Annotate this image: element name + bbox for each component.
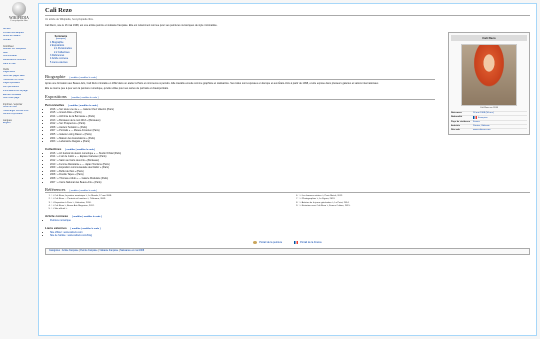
edit-section-link[interactable]: [ modifier | modifier le code ] xyxy=(65,149,95,151)
edit-section-link[interactable]: [ modifier | modifier le code ] xyxy=(71,228,101,230)
reference-item: ↑ « Entretien avec Cali Rezo », France C… xyxy=(299,205,531,208)
subsection-title: Collectives xyxy=(45,146,62,151)
category-link[interactable]: Naissance en mai 1968 xyxy=(120,250,144,252)
category-link[interactable]: Vidéaste française xyxy=(99,250,118,252)
infobox-row: Pays de résidence France xyxy=(451,120,527,124)
infobox-key: Nationalité xyxy=(451,116,463,119)
infobox-row: Site web www.calirezo.com xyxy=(451,128,527,132)
reference-item: ↑ « Site officiel ». xyxy=(51,208,283,211)
subsection-heading-collectives: Collectives [ modifier | modifier le cod… xyxy=(45,147,435,151)
personal-exhibitions-list: 2016 : « Sur toute une vie » — Galerie C… xyxy=(50,108,435,144)
category-link[interactable]: Peintre française xyxy=(80,250,97,252)
sidebar-item[interactable]: Version imprimable xyxy=(3,113,37,117)
infobox-value: www.calirezo.com xyxy=(473,129,527,132)
category-link[interactable]: Artiste française xyxy=(62,250,78,252)
related-article-item: Peinture numérique xyxy=(50,219,530,223)
group-exhibitions-list: 2016 : « Art festival du dessin numériqu… xyxy=(50,152,435,184)
infobox-value-link[interactable]: France xyxy=(473,121,480,123)
infobox-value-link[interactable]: 16 mai 1968 (56 ans) xyxy=(473,112,494,114)
bio-paragraph-2: Elle se tourne peu à peu vers la peintur… xyxy=(45,87,169,91)
section-heading-expositions: Expositions [ modifier | modifier le cod… xyxy=(45,94,435,100)
section-heading-article-connexe: Article connexe [ modifier | modifier le… xyxy=(45,214,530,218)
infobox-rows: Naissance 16 mai 1968 (56 ans) Nationalité… xyxy=(451,111,527,132)
related-articles-list: Peinture numérique xyxy=(50,219,530,223)
sidebar-item[interactable]: English xyxy=(3,122,37,126)
infobox-value-link[interactable]: Peintre, Vidéaste xyxy=(473,125,490,127)
portrait-image[interactable] xyxy=(461,44,517,106)
portal-france-link[interactable]: Portail de la France xyxy=(294,240,322,245)
references-column-left: ↑ « Cali Rezo, la peintre numérique », L… xyxy=(51,195,283,211)
infobox-row: Nationalité Française xyxy=(451,115,527,120)
infobox-title: Cali Rezo xyxy=(451,35,527,41)
external-link[interactable]: Site de l'artiste : www.calirezo.com/blo… xyxy=(50,234,92,237)
infobox-key: Pays de résidence xyxy=(451,121,471,124)
infobox-value: 16 mai 1968 (56 ans) xyxy=(473,112,527,115)
edit-section-link[interactable]: [ modifier | modifier le code ] xyxy=(72,216,102,218)
sidebar-nav: Accueil Portails thématiques Article au ha… xyxy=(3,28,37,126)
infobox-value: France xyxy=(473,121,527,124)
sidebar-item[interactable]: Citer cette page xyxy=(3,97,37,101)
categories-box: Catégories : Artiste française | Peintre… xyxy=(45,248,530,256)
external-link-item: Site de l'artiste : www.calirezo.com/blo… xyxy=(50,234,530,238)
lead-paragraph: Cali Rezo, née le 16 mai 1968, est une a… xyxy=(45,24,218,27)
page-subtitle: Un article de Wikipédia, l'encyclopédie … xyxy=(45,18,94,21)
palette-icon xyxy=(253,240,258,244)
portal-painting-link[interactable]: Portail de la peinture xyxy=(253,240,283,245)
references-list: ↑ « Cali Rezo, la peintre numérique », L… xyxy=(45,195,530,211)
wikipedia-logo[interactable]: WIKIPEDIA L'encyclopédie libre xyxy=(6,2,32,24)
references-column-right: ↑ « Les femmes artistes », Paris Match, … xyxy=(299,195,531,211)
subsection-heading-personnelles: Personnelles [ modifier | modifier le co… xyxy=(45,103,435,107)
infobox-row: Naissance 16 mai 1968 (56 ans) xyxy=(451,111,527,115)
external-links-list: Site officiel : www.calirezo.comSite de … xyxy=(50,231,530,238)
toc-list: 1 Biographie 2 Expositions 2.1 Personnelle… xyxy=(50,41,72,64)
infobox-value: Française xyxy=(473,116,527,120)
bio-paragraph-1: Après une formation aux Beaux-Arts, Cali… xyxy=(45,81,379,85)
portrait-caption: Cali Rezo en 2016 xyxy=(480,107,498,109)
infobox-row: Activités Peintre, Vidéaste xyxy=(451,124,527,128)
section-heading-references: Références [ modifier | modifier le code… xyxy=(45,187,530,194)
section-title: Article connexe xyxy=(45,214,69,219)
edit-section-link[interactable]: [ modifier | modifier le code ] xyxy=(70,190,97,192)
infobox-key: Naissance xyxy=(451,112,462,114)
sidebar-item[interactable]: Contact xyxy=(3,39,37,43)
category-links: Artiste française | Peintre française | … xyxy=(62,250,144,252)
infobox: Cali Rezo Cali Rezo en 2016 Naissance 16 … xyxy=(448,32,530,136)
article-content: Cali Rezo Un article de Wikipédia, l'enc… xyxy=(38,3,537,336)
categories-label[interactable]: Catégories : xyxy=(49,250,61,252)
edit-section-link[interactable]: [ modifier | modifier le code ] xyxy=(68,105,98,107)
infobox-key: Site web xyxy=(451,129,460,132)
page-title: Cali Rezo xyxy=(45,7,530,16)
infobox-value-link[interactable]: Française xyxy=(478,117,488,119)
table-of-contents: Sommaire [masquer] 1 Biographie 2 Exposit… xyxy=(45,31,77,67)
section-heading-biographie: Biographie [ modifier | modifier le code… xyxy=(45,74,435,80)
infobox-value: Peintre, Vidéaste xyxy=(473,125,527,128)
section-title: Références xyxy=(45,187,66,193)
exhibition-item: 2003 : « Laboratoire Reigats » (Paris) xyxy=(50,140,435,144)
subsection-title: Personnelles xyxy=(45,102,65,107)
section-title: Expositions xyxy=(45,93,67,99)
exhibition-item: 2007 : « Carré National des Beaux-Arts »… xyxy=(50,181,435,185)
sidebar-item[interactable]: Faire un don xyxy=(3,63,37,67)
related-article-link[interactable]: Peinture numérique xyxy=(50,219,71,222)
toc-item[interactable]: 5 Liens externes xyxy=(50,61,72,64)
logo-tagline: L'encyclopédie libre xyxy=(10,20,28,22)
globe-icon xyxy=(12,2,26,16)
sidebar: WIKIPEDIA L'encyclopédie libre Accueil Po… xyxy=(0,0,38,339)
france-flag-icon xyxy=(473,116,477,119)
portals-bar: Portail de la peinture Portail de la Fra… xyxy=(45,240,530,245)
france-flag-icon xyxy=(294,240,299,244)
portal-label: Portail de la France xyxy=(300,241,322,245)
infobox-key: Activités xyxy=(451,125,461,128)
external-link[interactable]: Site officiel : www.calirezo.com xyxy=(50,231,83,234)
portal-label: Portail de la peinture xyxy=(259,241,283,245)
section-title: Liens externes xyxy=(45,225,67,230)
section-title: Biographie xyxy=(45,73,66,79)
edit-section-link[interactable]: [ modifier | modifier le code ] xyxy=(71,97,98,99)
edit-section-link[interactable]: [ modifier | modifier le code ] xyxy=(70,77,97,79)
infobox-value-link[interactable]: www.calirezo.com xyxy=(473,129,491,131)
section-heading-liens-externes: Liens externes [ modifier | modifier le … xyxy=(45,226,530,230)
